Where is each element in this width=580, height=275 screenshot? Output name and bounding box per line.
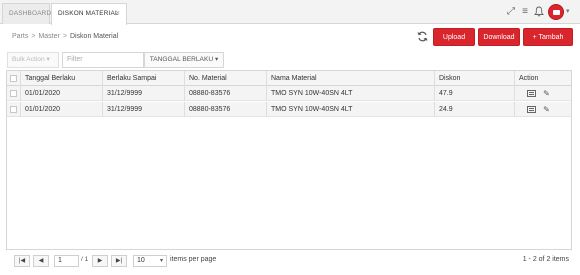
breadcrumb: Parts > Master > Diskon Material [12,33,118,40]
page-number-input[interactable]: 1 [54,255,79,267]
cell-nama-material: TMO SYN 10W-40SN 4LT [267,86,435,101]
upload-button[interactable]: Upload [433,28,475,46]
bulk-action-dropdown[interactable]: Bulk Action ▾ [7,52,59,68]
download-button[interactable]: Download [478,28,520,46]
view-detail-icon[interactable] [527,106,536,113]
edit-pencil-icon[interactable]: ✎ [542,89,551,98]
pagination-bar: |◀ ◀ 1 / 1 ▶ ▶| 10 ▾ items per page 1 - … [6,252,572,272]
action-cell: ✎ [515,86,571,101]
prev-page-button[interactable]: ◀ [33,255,49,267]
row-select-cell [7,102,21,117]
menu-lines-icon[interactable]: ≡ [519,6,531,18]
row-checkbox[interactable] [10,89,17,97]
tab-dashboard[interactable]: DASHBOARD [2,3,51,24]
top-tab-bar: DASHBOARD DISKON MATERIAL × ⤢ ≡ ▾ [0,0,580,25]
column-header: Action [519,75,539,82]
bell-icon[interactable] [533,6,545,18]
tab-diskon-material[interactable]: DISKON MATERIAL × [51,3,127,25]
cell-tanggal-berlaku: 01/01/2020 [21,86,103,101]
add-button[interactable]: + Tambah [523,28,573,46]
last-page-button[interactable]: ▶| [111,255,127,267]
table-row[interactable]: 01/01/2020 31/12/9999 08880-83576 TMO SY… [7,102,571,117]
select-all-checkbox[interactable] [10,74,17,82]
cell-berlaku-sampai: 31/12/9999 [103,102,185,117]
close-tab-icon[interactable]: × [116,4,120,24]
breadcrumb-separator: > [31,33,36,40]
filter-input[interactable]: Filter [62,52,144,68]
first-page-button[interactable]: |◀ [14,255,30,267]
items-per-page-label: items per page [170,256,217,263]
pagination-info: 1 - 2 of 2 items [522,256,569,263]
tab-label: DISKON MATERIAL [58,10,119,17]
data-grid: Tanggal Berlaku Berlaku Sampai No. Mater… [6,70,572,250]
table-header: Tanggal Berlaku Berlaku Sampai No. Mater… [7,71,571,86]
next-page-button[interactable]: ▶ [92,255,108,267]
chevron-down-icon[interactable]: ▾ [566,7,570,15]
cell-nama-material: TMO SYN 10W-40SN 4LT [267,102,435,117]
cell-no-material: 08880-83576 [185,86,267,101]
breadcrumb-current: Diskon Material [69,33,119,40]
column-header[interactable]: Tanggal Berlaku [21,71,103,86]
cell-diskon: 47.9 [435,86,515,101]
breadcrumb-parts[interactable]: Parts [12,33,28,40]
cell-no-material: 08880-83576 [185,102,267,117]
column-header[interactable]: Berlaku Sampai [103,71,185,86]
user-avatar[interactable] [548,4,564,20]
page-size-select[interactable]: 10 ▾ [133,255,167,267]
column-header[interactable]: Diskon [435,71,515,86]
breadcrumb-master[interactable]: Master [38,33,59,40]
cell-berlaku-sampai: 31/12/9999 [103,86,185,101]
chevron-down-icon: ▾ [159,258,163,264]
date-filter-dropdown[interactable]: TANGGAL BERLAKU ▾ [144,52,224,68]
row-select-cell [7,86,21,101]
select-all-cell [7,71,21,86]
page-count-label: / 1 [81,256,89,263]
table-row[interactable]: 01/01/2020 31/12/9999 08880-83576 TMO SY… [7,86,571,101]
cell-tanggal-berlaku: 01/01/2020 [21,102,103,117]
column-header[interactable]: No. Material [185,71,267,86]
cell-diskon: 24.9 [435,102,515,117]
expand-icon[interactable]: ⤢ [505,6,517,18]
action-cell: ✎ [515,102,571,117]
row-checkbox[interactable] [10,105,17,113]
refresh-icon[interactable] [416,31,428,43]
page-size-value: 10 [137,257,145,264]
view-detail-icon[interactable] [527,90,536,97]
breadcrumb-separator: > [62,33,67,40]
column-header[interactable]: Nama Material [267,71,435,86]
edit-pencil-icon[interactable]: ✎ [542,105,551,114]
